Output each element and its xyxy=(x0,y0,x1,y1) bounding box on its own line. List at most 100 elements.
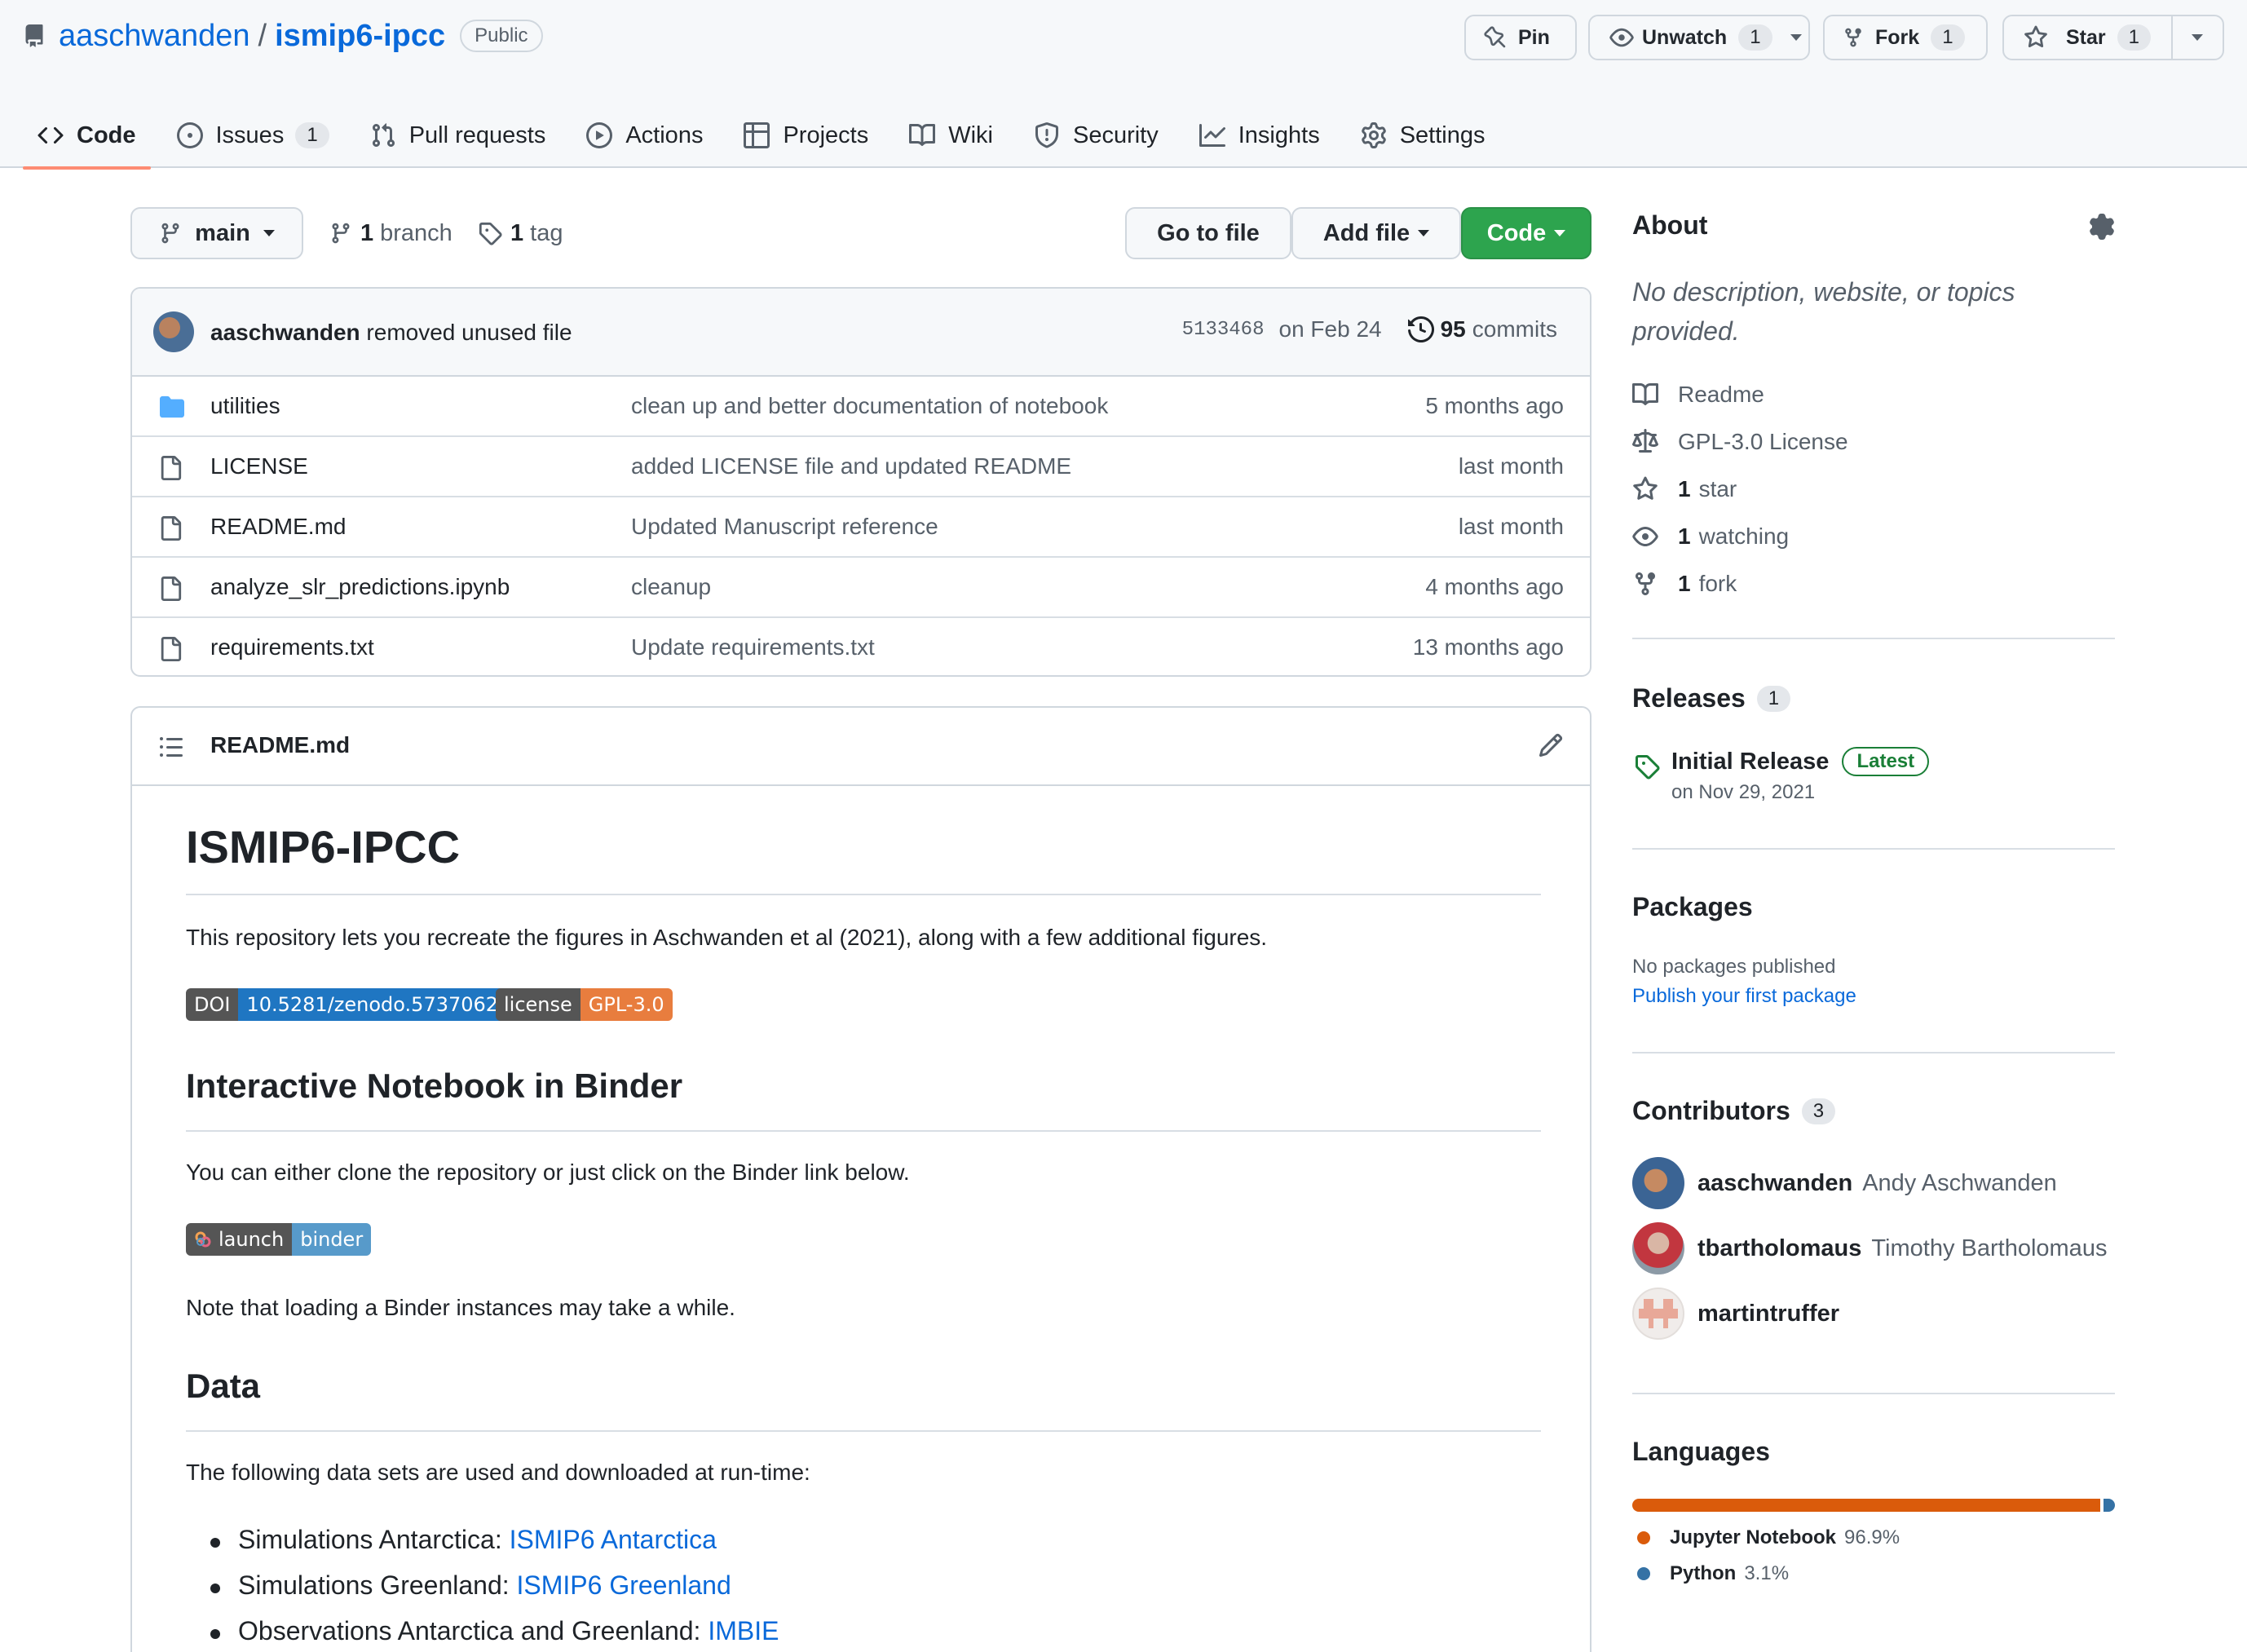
stars-label: star xyxy=(1698,476,1737,501)
file-name[interactable]: analyze_slr_predictions.ipynb xyxy=(210,574,510,600)
branches-link[interactable]: 1 branch xyxy=(329,214,452,253)
commit-count-label[interactable]: commits xyxy=(1472,316,1557,342)
language-item[interactable]: Jupyter Notebook 96.9% xyxy=(1637,1526,1900,1549)
file-row[interactable]: analyze_slr_predictions.ipynb cleanup 4 … xyxy=(132,558,1590,618)
tab-code[interactable]: Code xyxy=(23,103,151,170)
avatar[interactable] xyxy=(153,311,194,352)
license-badge[interactable]: license GPL-3.0 xyxy=(496,988,673,1021)
tab-issues[interactable]: Issues 1 xyxy=(162,103,344,168)
tab-settings[interactable]: Settings xyxy=(1346,103,1500,168)
readme-panel: README.md ISMIP6-IPCC This repository le… xyxy=(130,706,1591,1652)
tab-insights[interactable]: Insights xyxy=(1185,103,1335,168)
repo-owner-link[interactable]: aaschwanden xyxy=(59,19,250,54)
go-to-file-button[interactable]: Go to file xyxy=(1125,207,1291,259)
tags-link[interactable]: 1 tag xyxy=(478,214,563,253)
tag-icon xyxy=(1634,753,1660,780)
tab-projects[interactable]: Projects xyxy=(729,103,883,168)
file-commit-message[interactable]: Updated Manuscript reference xyxy=(631,514,938,540)
breadcrumb-separator: / xyxy=(258,18,267,53)
commit-count[interactable]: 95 xyxy=(1441,316,1466,342)
binder-badge-right: binder xyxy=(292,1223,372,1256)
file-name[interactable]: LICENSE xyxy=(210,453,308,479)
file-row[interactable]: LICENSE added LICENSE file and updated R… xyxy=(132,437,1590,497)
tab-issues-label: Issues xyxy=(215,121,285,148)
list-icon[interactable] xyxy=(158,734,184,760)
data-text: The following data sets are used and dow… xyxy=(186,1460,810,1485)
binder-badge-left: launch xyxy=(186,1223,293,1256)
forks-label: fork xyxy=(1698,571,1737,596)
contributor-item[interactable]: martintruffer xyxy=(1632,1287,1849,1341)
contributors-heading[interactable]: Contributors 3 xyxy=(1632,1096,2115,1126)
binder-badge[interactable]: launch binder xyxy=(186,1223,372,1256)
star-button[interactable]: Star 1 xyxy=(2004,16,2171,59)
fork-button[interactable]: Fork 1 xyxy=(1823,15,1988,60)
unwatch-button[interactable]: Unwatch 1 xyxy=(1588,15,1810,60)
heading-divider xyxy=(186,1130,1541,1132)
chevron-down-icon xyxy=(263,230,275,236)
binder-text: You can either clone the repository or j… xyxy=(186,1159,910,1185)
commit-message[interactable]: removed unused file xyxy=(366,320,572,345)
tab-settings-label: Settings xyxy=(1399,121,1485,148)
file-commit-message[interactable]: added LICENSE file and updated README xyxy=(631,453,1071,479)
file-name[interactable]: README.md xyxy=(210,514,346,540)
file-commit-message[interactable]: cleanup xyxy=(631,574,711,600)
readme-filename[interactable]: README.md xyxy=(210,732,350,758)
watching-count: 1 xyxy=(1678,523,1691,549)
tab-wiki[interactable]: Wiki xyxy=(894,103,1008,168)
tab-actions[interactable]: Actions xyxy=(572,103,717,168)
branch-icon xyxy=(329,221,352,245)
watching-label: watching xyxy=(1698,523,1790,549)
forks-link[interactable]: 1 fork xyxy=(1632,568,1737,600)
file-row[interactable]: README.md Updated Manuscript reference l… xyxy=(132,497,1590,558)
star-list-dropdown[interactable] xyxy=(2170,16,2223,59)
add-file-button[interactable]: Add file xyxy=(1291,207,1461,259)
file-commit-message[interactable]: Update requirements.txt xyxy=(631,634,875,660)
language-item[interactable]: Python 3.1% xyxy=(1637,1562,1789,1585)
release-date: on Nov 29, 2021 xyxy=(1671,781,1816,803)
pin-label: Pin xyxy=(1518,25,1550,49)
file-name[interactable]: requirements.txt xyxy=(210,634,374,660)
file-row[interactable]: utilities clean up and better documentat… xyxy=(132,377,1590,437)
stars-link[interactable]: 1 star xyxy=(1632,473,1737,506)
branch-select-button[interactable]: main xyxy=(130,207,303,259)
pencil-icon[interactable] xyxy=(1538,732,1564,758)
file-commit-message[interactable]: clean up and better documentation of not… xyxy=(631,393,1108,419)
list-item: Simulations Greenland: ISMIP6 Greenland xyxy=(210,1570,731,1601)
list-item: Observations Antarctica and Greenland: I… xyxy=(210,1616,779,1646)
publish-package-link[interactable]: Publish your first package xyxy=(1632,985,1856,1008)
eye-icon xyxy=(1632,523,1662,550)
imbie-link[interactable]: IMBIE xyxy=(708,1616,779,1645)
doi-badge[interactable]: DOI 10.5281/zenodo.5737062 xyxy=(186,988,507,1021)
gear-icon[interactable] xyxy=(2089,214,2115,240)
releases-heading[interactable]: Releases 1 xyxy=(1632,683,2115,713)
release-item[interactable]: Initial Release Latest xyxy=(1671,747,1930,776)
ismip6-antarctica-link[interactable]: ISMIP6 Antarctica xyxy=(510,1525,717,1554)
file-age: 13 months ago xyxy=(1412,634,1564,660)
star-count: 1 xyxy=(2117,24,2151,51)
avatar xyxy=(1632,1288,1684,1340)
ismip6-greenland-link[interactable]: ISMIP6 Greenland xyxy=(517,1570,731,1600)
file-browser: aaschwanden removed unused file 5133468 … xyxy=(130,287,1591,677)
tab-security[interactable]: Security xyxy=(1019,103,1173,168)
binder-logo-icon xyxy=(194,1230,212,1248)
commit-sha[interactable]: 5133468 xyxy=(1182,319,1265,341)
file-name[interactable]: utilities xyxy=(210,393,280,419)
packages-heading[interactable]: Packages xyxy=(1632,892,2115,922)
tab-actions-label: Actions xyxy=(625,121,704,148)
contributor-item[interactable]: aaschwanden Andy Aschwanden xyxy=(1632,1156,2057,1210)
readme-link[interactable]: Readme xyxy=(1632,378,1764,411)
issues-count: 1 xyxy=(295,122,329,148)
file-row[interactable]: requirements.txt Update requirements.txt… xyxy=(132,618,1590,675)
list-item-label: Simulations Antarctica: xyxy=(238,1525,510,1554)
repo-name-link[interactable]: ismip6-ipcc xyxy=(275,19,445,54)
contributor-item[interactable]: tbartholomaus Timothy Bartholomaus xyxy=(1632,1221,2107,1275)
commit-author[interactable]: aaschwanden xyxy=(210,320,360,345)
folder-icon xyxy=(158,395,186,419)
data-heading: Data xyxy=(186,1367,261,1405)
license-link[interactable]: GPL-3.0 License xyxy=(1632,426,1848,458)
pin-button[interactable]: Pin xyxy=(1464,15,1577,60)
watchers-link[interactable]: 1 watching xyxy=(1632,520,1789,553)
code-button[interactable]: Code xyxy=(1461,207,1591,259)
tab-pull-requests[interactable]: Pull requests xyxy=(355,103,561,168)
branch-label: branch xyxy=(380,219,452,246)
